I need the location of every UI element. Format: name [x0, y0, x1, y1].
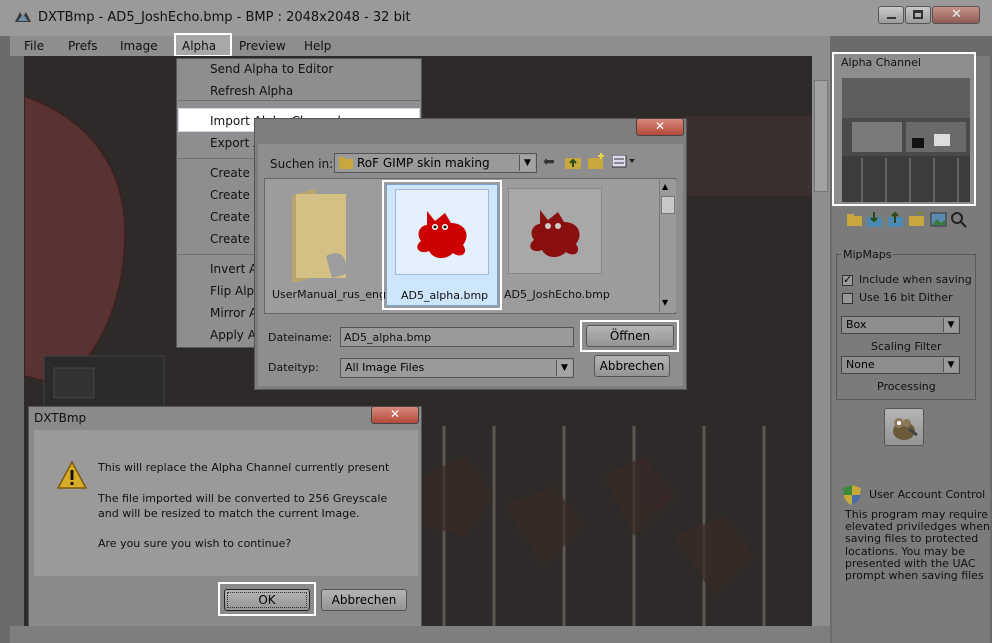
maximize-icon	[913, 10, 923, 19]
status-bar	[10, 626, 830, 643]
confirm-dialog-title: DXTBmp	[34, 411, 87, 425]
uac-shield-icon	[843, 485, 861, 505]
menu-item-apply[interactable]: Apply Al	[210, 328, 259, 342]
uac-line: saving files to protected	[845, 532, 979, 546]
mipmaps-label: MipMaps	[841, 248, 894, 261]
include-when-saving-label: Include when saving	[859, 273, 972, 286]
ok-button[interactable]: OK	[224, 589, 310, 611]
canvas-scrollbar-thumb[interactable]	[814, 80, 828, 192]
look-in-select[interactable]: RoF GIMP skin making ▼	[334, 153, 537, 173]
minimize-icon	[887, 17, 896, 19]
close-icon: ✕	[390, 407, 401, 421]
uac-text: This program may require elevated privil…	[845, 508, 990, 583]
menu-item-send-alpha[interactable]: Send Alpha to Editor	[210, 62, 333, 76]
look-in-label: Suchen in:	[270, 157, 334, 171]
file-name: UserManual_rus_eng	[272, 288, 386, 301]
confirm-message-line3: and will be resized to match the current…	[98, 507, 360, 520]
warning-icon	[56, 460, 88, 489]
open-folder-icon[interactable]	[846, 211, 863, 228]
scaling-filter-value: Box	[846, 318, 867, 331]
menu-preview[interactable]: Preview	[239, 39, 286, 53]
uac-title: User Account Control	[869, 488, 986, 501]
chevron-down-icon: ▼	[943, 318, 958, 332]
list-item-ad5-joshecho[interactable]: AD5_JoshEcho.bmp	[504, 184, 616, 306]
menu-item-mirror[interactable]: Mirror A	[210, 306, 257, 320]
menu-file[interactable]: File	[24, 39, 44, 53]
menu-alpha[interactable]: Alpha	[182, 39, 216, 53]
look-in-value: RoF GIMP skin making	[357, 156, 490, 170]
folder-icon[interactable]	[908, 211, 925, 228]
use-16bit-dither-checkbox[interactable]	[842, 293, 853, 304]
close-button[interactable]: ✕	[932, 6, 980, 24]
file-name: AD5_alpha.bmp	[401, 289, 489, 302]
filetype-label: Dateityp:	[268, 361, 319, 374]
open-button[interactable]: Öffnen	[586, 325, 674, 347]
gimp-wilber-icon	[530, 210, 580, 258]
list-item-folder[interactable]: UserManual_rus_eng	[268, 182, 386, 310]
gimp-button[interactable]	[884, 408, 924, 446]
alpha-channel-label: Alpha Channel	[841, 56, 921, 69]
confirm-cancel-button[interactable]: Abbrechen	[321, 589, 407, 611]
list-item-ad5-alpha[interactable]: AD5_alpha.bmp	[386, 184, 498, 306]
uac-line: prompt when saving files	[845, 569, 984, 583]
use-16bit-dither-label: Use 16 bit Dither	[859, 291, 953, 304]
include-when-saving-checkbox[interactable]: ✓	[842, 273, 853, 286]
file-cancel-button[interactable]: Abbrechen	[594, 355, 670, 377]
image-icon[interactable]	[930, 211, 947, 228]
up-folder-icon[interactable]	[565, 155, 581, 169]
folder-icon	[339, 157, 353, 169]
confirm-message-question: Are you sure you wish to continue?	[98, 537, 292, 550]
zoom-icon[interactable]	[950, 211, 967, 228]
filetype-value: All Image Files	[345, 361, 425, 374]
gimp-wilber-icon	[417, 211, 467, 259]
chevron-down-icon: ▼	[943, 358, 958, 372]
scroll-up-icon: ▲	[662, 182, 669, 191]
export-icon[interactable]	[887, 211, 904, 228]
chevron-down-icon: ▼	[556, 360, 572, 376]
file-list-scrollbar[interactable]: ▲ ▼	[659, 180, 676, 312]
uac-line: locations. You may be	[845, 544, 966, 558]
filename-input[interactable]	[340, 327, 574, 347]
chevron-down-icon: ▼	[519, 155, 535, 171]
window-title: DXTBmp - AD5_JoshEcho.bmp - BMP : 2048x2…	[38, 10, 411, 25]
processing-value: None	[846, 358, 875, 371]
processing-label: Processing	[877, 380, 936, 393]
menu-item-refresh-alpha[interactable]: Refresh Alpha	[210, 84, 293, 98]
scroll-thumb[interactable]	[661, 196, 675, 214]
alpha-preview-image	[842, 78, 970, 202]
confirm-message-line2: The file imported will be converted to 2…	[98, 492, 388, 505]
maximize-button[interactable]	[905, 6, 931, 24]
file-name: AD5_JoshEcho.bmp	[504, 288, 610, 301]
check-icon: ✓	[843, 273, 853, 286]
menu-separator	[176, 100, 422, 101]
scaling-filter-select[interactable]: Box ▼	[841, 316, 960, 334]
menu-image[interactable]: Image	[120, 39, 158, 53]
new-folder-icon[interactable]	[588, 153, 606, 169]
file-dialog-close-button[interactable]: ✕	[636, 118, 684, 136]
close-icon: ✕	[951, 7, 962, 22]
confirm-message-line1: This will replace the Alpha Channel curr…	[98, 461, 390, 474]
view-menu-icon[interactable]	[612, 155, 638, 169]
app-icon	[15, 12, 31, 22]
confirm-dialog-close-button[interactable]: ✕	[371, 406, 419, 424]
minimize-button[interactable]	[878, 6, 904, 24]
alpha-channel-preview[interactable]	[842, 78, 970, 202]
gimp-icon	[893, 418, 918, 440]
folder-icon	[292, 188, 347, 282]
filetype-select[interactable]: All Image Files ▼	[340, 358, 574, 378]
import-icon[interactable]	[866, 211, 883, 228]
menu-prefs[interactable]: Prefs	[68, 39, 98, 53]
back-icon[interactable]: ⬅	[543, 154, 555, 170]
menu-help[interactable]: Help	[304, 39, 331, 53]
scaling-filter-label: Scaling Filter	[871, 340, 942, 353]
close-icon: ✕	[655, 119, 666, 133]
scroll-down-icon: ▼	[662, 298, 669, 307]
processing-select[interactable]: None ▼	[841, 356, 960, 374]
filename-label: Dateiname:	[268, 331, 333, 344]
